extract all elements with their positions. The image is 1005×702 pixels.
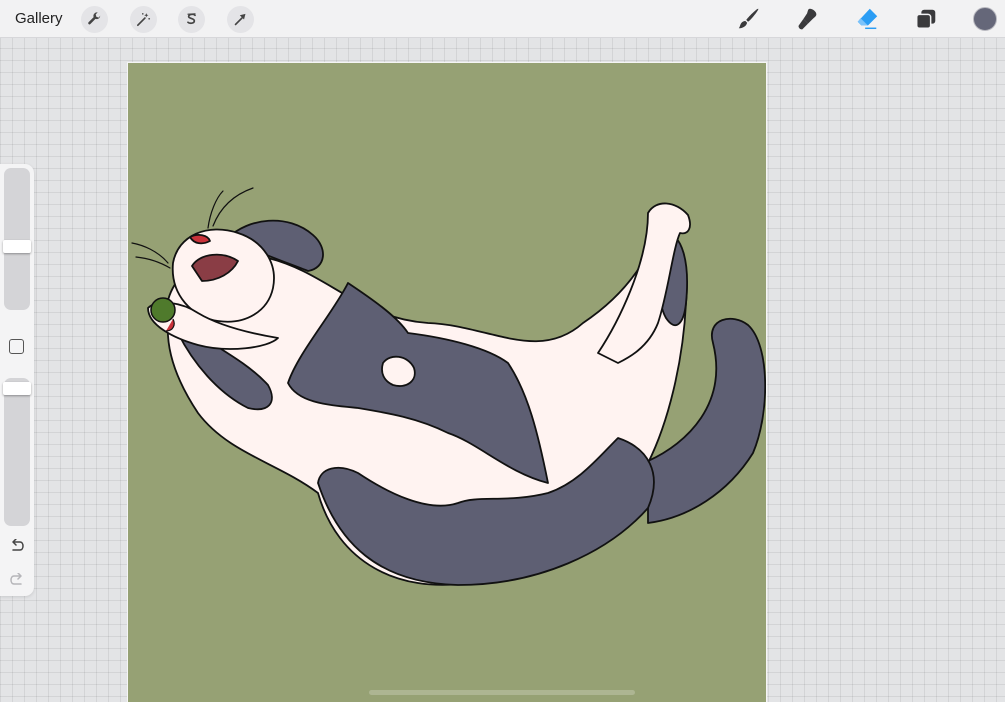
opacity-slider[interactable]: [3, 378, 31, 526]
transform-button[interactable]: [227, 6, 254, 33]
modify-square-icon[interactable]: [9, 339, 24, 354]
smudge-button[interactable]: [794, 5, 822, 33]
brush-size-slider[interactable]: [3, 168, 31, 310]
cat-artwork: [128, 63, 766, 702]
wrench-icon: [88, 12, 101, 25]
eraser-icon: [857, 8, 878, 30]
color-swatch[interactable]: [973, 7, 997, 31]
paint-button[interactable]: [735, 5, 763, 33]
home-indicator: [369, 690, 635, 695]
left-sidebar: [0, 164, 34, 596]
actions-button[interactable]: [81, 6, 108, 33]
layers-button[interactable]: [912, 5, 940, 33]
smudge-icon: [798, 8, 817, 30]
redo-icon: [10, 573, 22, 585]
top-toolbar: Gallery: [0, 0, 1005, 38]
brush-size-thumb[interactable]: [3, 240, 31, 253]
brush-icon: [738, 8, 759, 29]
undo-icon: [12, 539, 24, 551]
magic-wand-icon: [136, 13, 151, 27]
selection-s-icon: [187, 13, 196, 25]
transform-arrow-icon: [234, 13, 246, 26]
undo-button[interactable]: [7, 537, 27, 555]
drawing-canvas[interactable]: [127, 62, 767, 702]
layers-icon: [915, 9, 936, 30]
selection-button[interactable]: [178, 6, 205, 33]
redo-button[interactable]: [7, 571, 27, 589]
adjustments-button[interactable]: [130, 6, 157, 33]
eraser-button[interactable]: [853, 5, 881, 33]
gallery-button[interactable]: Gallery: [15, 9, 63, 29]
opacity-thumb[interactable]: [3, 382, 31, 395]
